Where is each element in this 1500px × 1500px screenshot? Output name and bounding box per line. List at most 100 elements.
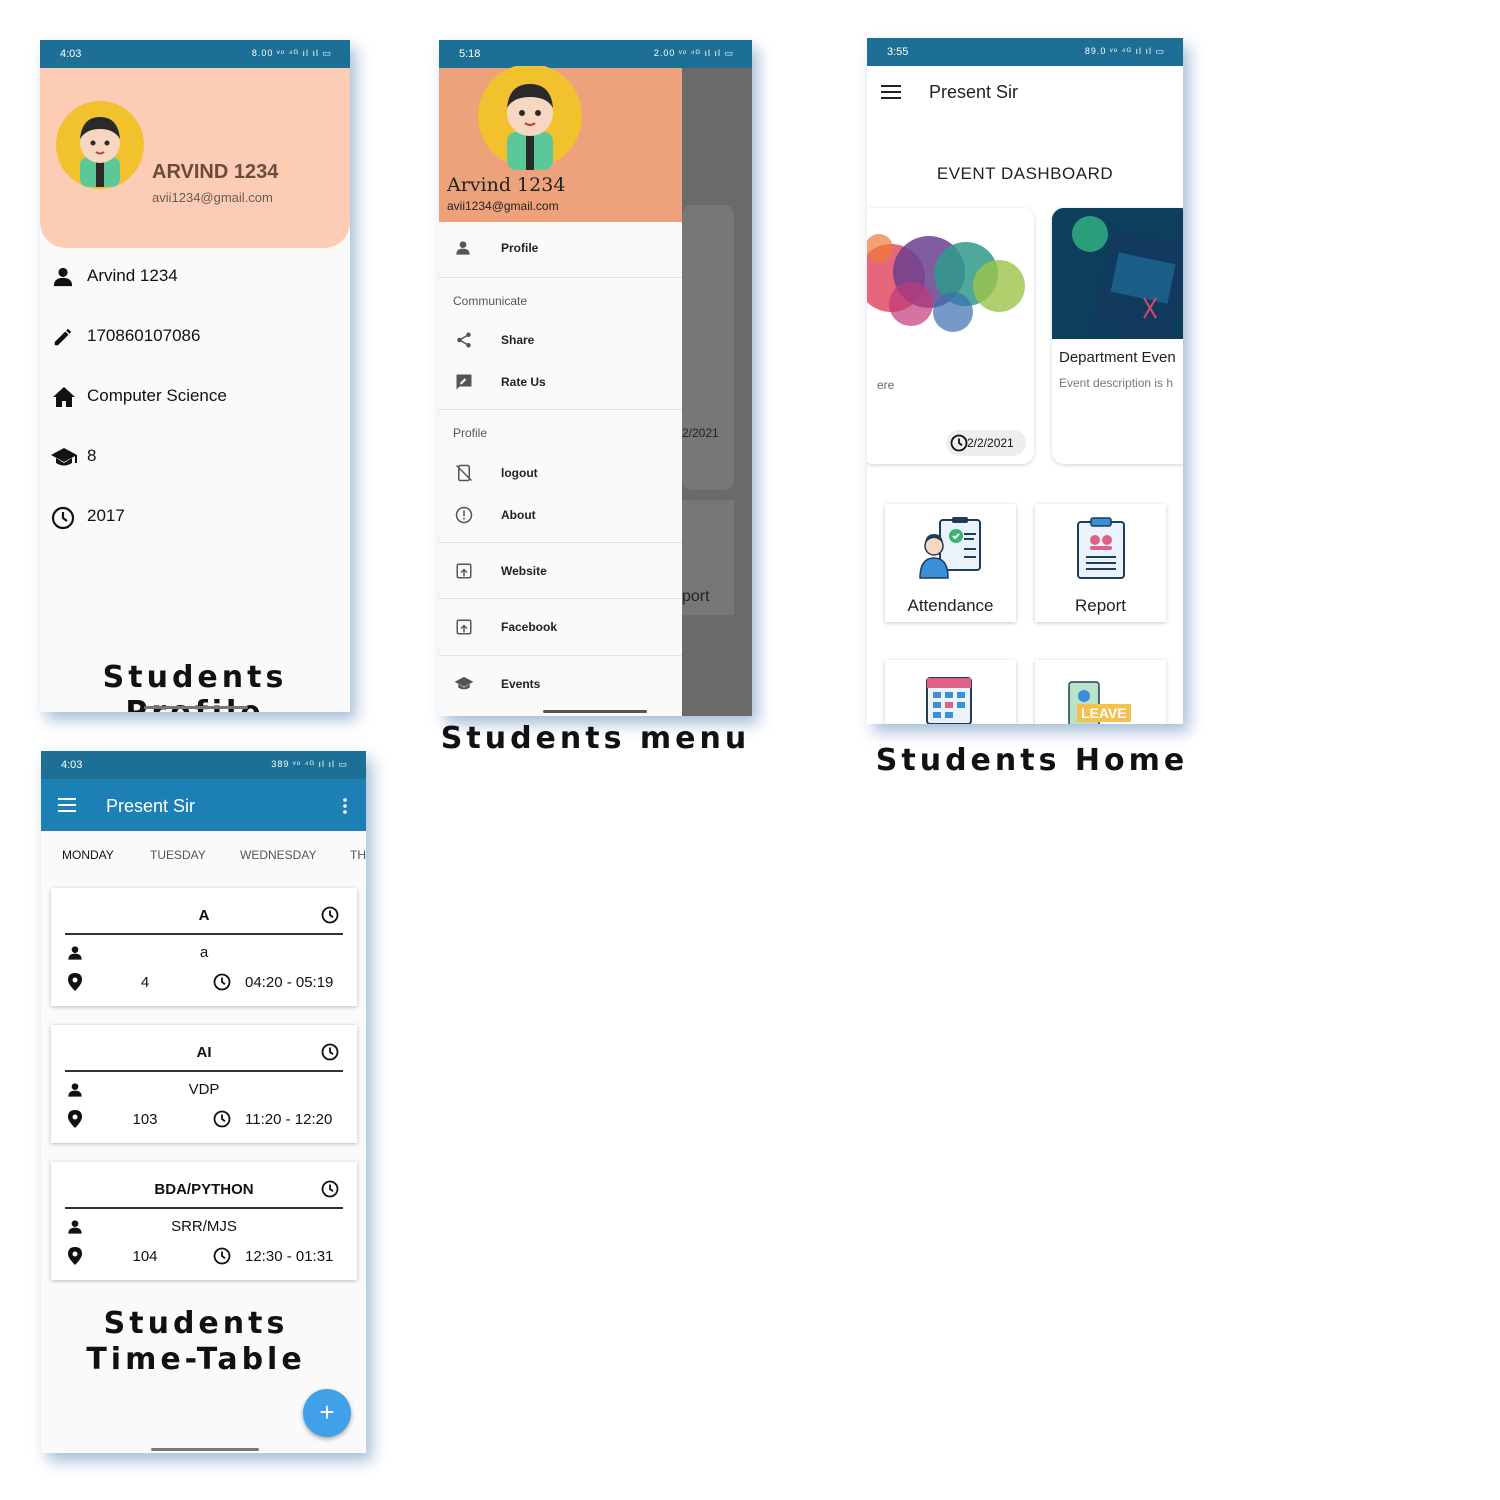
menu-item-events[interactable]: Events (439, 672, 682, 696)
event-card[interactable]: ere 2/2/2021 (867, 208, 1034, 464)
tab-thursday[interactable]: TH (350, 848, 366, 862)
menu-item-rate-us[interactable]: Rate Us (439, 370, 682, 394)
class-teacher: SRR/MJS (171, 1218, 237, 1235)
tab-tuesday[interactable]: TUESDAY (150, 848, 206, 862)
drawer-email: avii1234@gmail.com (447, 199, 559, 213)
location-pin-icon (68, 1247, 82, 1265)
home-indicator[interactable] (144, 706, 248, 709)
school-icon (454, 675, 474, 693)
clock-icon (321, 1180, 339, 1198)
menu-item-label: Website (501, 564, 547, 578)
profile-screen: 4:03 8.00 ᵛᵒ ⁴ᴳ ıl ıl ▭ ARVIND 1234 avii… (40, 40, 350, 712)
class-time: 12:30 - 01:31 (245, 1248, 334, 1265)
class-time: 11:20 - 12:20 (245, 1111, 333, 1128)
tab-wednesday[interactable]: WEDNESDAY (240, 848, 316, 862)
profile-department-value: Computer Science (87, 386, 227, 405)
drawer-header: Arvind 1234 avii1234@gmail.com (439, 66, 682, 222)
add-class-button[interactable]: + (303, 1389, 351, 1437)
profile-row-name: Arvind 1234 (50, 262, 340, 292)
attendance-label: Attendance (907, 596, 994, 615)
class-teacher: a (199, 944, 209, 961)
home-indicator[interactable] (543, 710, 647, 713)
menu-item-profile[interactable]: Profile (439, 236, 682, 260)
status-bar: 3:55 89.0 ᵛᵒ ⁴ᴳ ıl ıl ▭ (867, 38, 1183, 66)
menu-item-logout[interactable]: logout (439, 461, 682, 485)
event-title: Department Even (1059, 349, 1176, 366)
event-image (867, 208, 1034, 343)
class-subject: AI (196, 1044, 212, 1061)
pencil-icon (52, 326, 74, 348)
status-icons: 389 ᵛᵒ ⁴ᴳ ıl ıl ▭ (271, 759, 348, 769)
home-screen: 3:55 89.0 ᵛᵒ ⁴ᴳ ıl ıl ▭ Present Sir EVEN… (867, 38, 1183, 724)
status-time: 3:55 (887, 46, 909, 58)
status-time: 5:18 (459, 48, 481, 60)
event-card[interactable]: Department Even Event description is h (1052, 208, 1183, 464)
class-card[interactable]: BDA/PYTHON SRR/MJS 104 12:30 - 01:31 (51, 1162, 357, 1280)
calendar-icon (925, 672, 973, 724)
leave-tile[interactable]: LEAVE (1035, 660, 1166, 724)
menu-item-label: Events (501, 677, 541, 691)
class-card[interactable]: A a 4 04:20 - 05:19 (51, 888, 357, 1006)
class-room: 4 (140, 974, 150, 991)
home-icon (52, 386, 76, 408)
open-in-browser-icon (455, 562, 473, 580)
menu-item-label: Profile (501, 241, 539, 255)
tab-monday[interactable]: MONDAY (62, 848, 114, 862)
report-label: Report (1074, 596, 1127, 615)
more-vert-icon[interactable] (343, 798, 347, 814)
location-pin-icon (68, 1110, 82, 1128)
attendance-tile[interactable]: Attendance (885, 504, 1016, 622)
profile-year-value: 2017 (87, 506, 125, 525)
avatar (56, 101, 144, 189)
clock-icon (213, 1247, 231, 1265)
event-image (1052, 208, 1183, 339)
profile-enrollment-value: 170860107086 (87, 326, 201, 345)
menu-item-label: Share (501, 333, 535, 347)
behind-report-label: port (682, 588, 710, 605)
clock-icon (213, 973, 231, 991)
divider (439, 542, 682, 543)
home-indicator[interactable] (151, 1448, 259, 1451)
location-pin-icon (68, 973, 82, 991)
event-date: 2/2/2021 (967, 436, 1014, 450)
profile-name: ARVIND 1234 (152, 161, 279, 183)
profile-row-department: Computer Science (50, 382, 340, 412)
menu-screen: 5:18 2.00 ᵛᵒ ⁴ᴳ ıl ıl ▭ 2/2021 port Arvi… (439, 40, 752, 716)
profile-email: avii1234@gmail.com (152, 190, 273, 205)
section-title: EVENT DASHBOARD (936, 164, 1114, 183)
menu-item-label: About (501, 508, 536, 522)
menu-item-label: logout (501, 466, 538, 480)
app-title: Present Sir (929, 82, 1019, 102)
divider (65, 1207, 343, 1209)
profile-row-enrollment: 170860107086 (50, 322, 340, 352)
profile-semester-value: 8 (87, 446, 97, 465)
menu-item-share[interactable]: Share (439, 328, 682, 352)
app-title: Present Sir (106, 796, 196, 816)
profile-header: ARVIND 1234 avii1234@gmail.com (40, 68, 350, 248)
timetable-tile[interactable] (885, 660, 1016, 724)
info-icon (455, 506, 473, 524)
profile-row-year: 2017 (50, 502, 340, 532)
menu-item-label: Rate Us (501, 375, 546, 389)
class-room: 103 (132, 1111, 158, 1128)
profile-name-value: Arvind 1234 (87, 266, 178, 285)
share-icon (455, 331, 473, 349)
day-tabs: MONDAY TUESDAY WEDNESDAY TH (41, 831, 366, 879)
menu-icon[interactable] (58, 798, 76, 812)
status-bar: 5:18 2.00 ᵛᵒ ⁴ᴳ ıl ıl ▭ (439, 40, 752, 68)
class-card[interactable]: AI VDP 103 11:20 - 12:20 (51, 1025, 357, 1143)
event-desc: ere (877, 378, 895, 392)
person-icon (52, 266, 74, 288)
attendance-icon (918, 516, 984, 580)
menu-item-about[interactable]: About (439, 503, 682, 527)
clock-icon (321, 1043, 339, 1061)
menu-item-website[interactable]: Website (439, 559, 682, 583)
report-tile[interactable]: Report (1035, 504, 1166, 622)
caption-home: Students Home (875, 743, 1189, 778)
navigation-drawer: Arvind 1234 avii1234@gmail.com Profile C… (439, 66, 682, 716)
status-time: 4:03 (61, 759, 83, 771)
menu-icon[interactable] (881, 84, 901, 100)
menu-item-facebook[interactable]: Facebook (439, 615, 682, 639)
status-icons: 8.00 ᵛᵒ ⁴ᴳ ıl ıl ▭ (251, 48, 332, 58)
clock-icon (321, 906, 339, 924)
